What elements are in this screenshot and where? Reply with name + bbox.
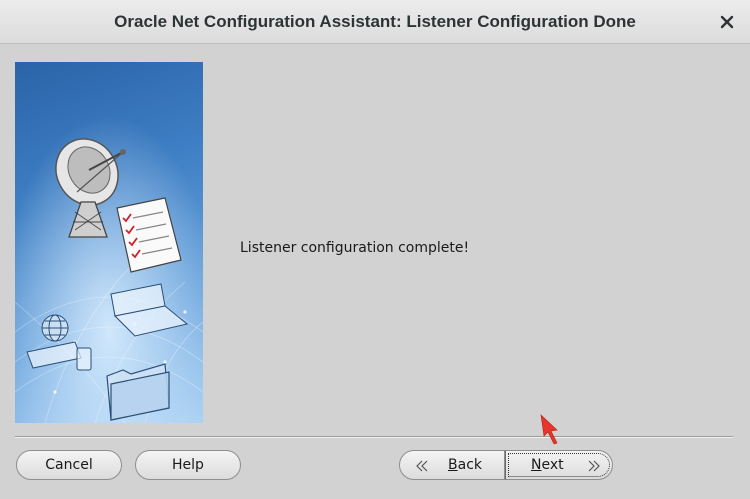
window-title: Oracle Net Configuration Assistant: List… — [114, 12, 636, 31]
dialog-window: Oracle Net Configuration Assistant: List… — [0, 0, 750, 499]
cancel-button[interactable]: Cancel — [16, 450, 122, 480]
next-button[interactable]: Next — [505, 450, 613, 480]
back-button[interactable]: Back — [399, 450, 505, 480]
back-button-label: Back — [448, 451, 482, 479]
chevron-right-double-icon — [588, 460, 600, 472]
globe-icon — [41, 314, 69, 342]
next-label-rest: ext — [541, 457, 564, 473]
back-label-rest: ack — [457, 457, 482, 473]
close-icon — [720, 15, 734, 29]
title-bar: Oracle Net Configuration Assistant: List… — [0, 0, 750, 44]
completion-message: Listener configuration complete! — [240, 240, 470, 256]
back-mnemonic: B — [448, 457, 458, 473]
help-button[interactable]: Help — [135, 450, 241, 480]
wizard-illustration — [15, 62, 203, 423]
pointer-arrow-icon — [540, 414, 558, 445]
next-button-label: Next — [531, 451, 564, 479]
close-button[interactable] — [716, 11, 738, 33]
next-mnemonic: N — [531, 457, 542, 473]
network-illustration — [15, 62, 203, 423]
button-separator — [15, 436, 733, 438]
chevron-left-double-icon — [416, 460, 428, 472]
